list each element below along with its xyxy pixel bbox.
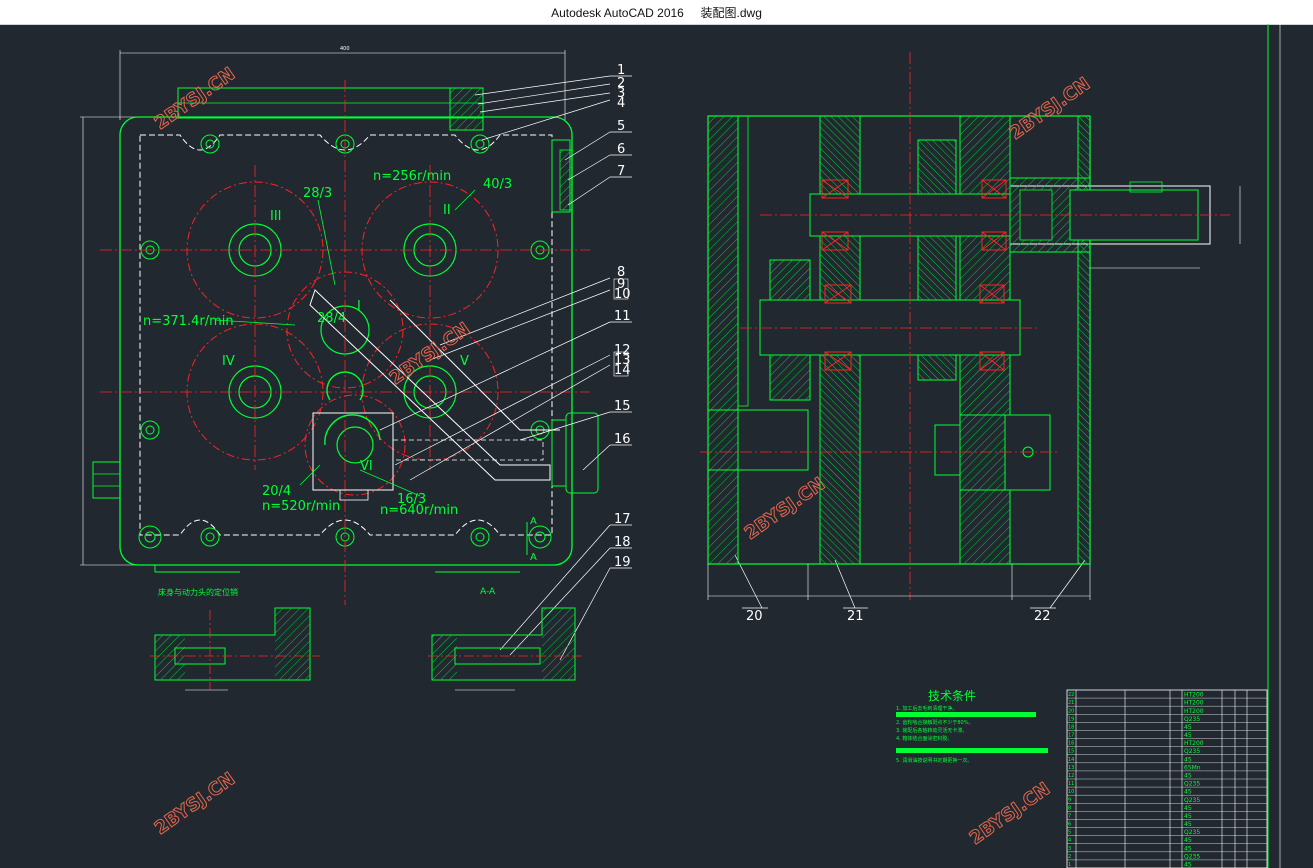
tech-line-2: 2. 齿轮啮合接触斑点不少于80%。 — [896, 719, 973, 726]
drawing-svg[interactable]: 400 A A n=256r/min 28/3 40/3 n=371.4r/mi… — [0, 24, 1313, 868]
balloon-17: 17 — [614, 512, 631, 527]
tech-line-4: 4. 箱体结合面涂密封胶。 — [896, 735, 952, 742]
section-mark-bottom: A — [530, 552, 537, 563]
tech-line-3: 3. 装配后各轴转动灵活无卡滞。 — [896, 727, 967, 734]
bom-row-material: Q235 — [1184, 797, 1200, 804]
bom-row-material: 45 — [1184, 732, 1192, 739]
balloon-10: 10 — [614, 287, 631, 302]
balloon-7: 7 — [617, 164, 625, 179]
bom-row-number: 15 — [1068, 749, 1074, 755]
bom-row-material: 45 — [1184, 845, 1192, 852]
balloon-4: 4 — [617, 96, 625, 111]
speed-label-4: n=640r/min — [380, 503, 458, 518]
balloon-5: 5 — [617, 119, 625, 134]
bom-row-material: 45 — [1184, 862, 1192, 868]
tech-title: 技术条件 — [928, 689, 976, 703]
app-name: Autodesk AutoCAD 2016 — [551, 6, 684, 20]
bom-row-material: HT200 — [1184, 708, 1204, 715]
svg-text:400: 400 — [340, 46, 350, 52]
balloon-16: 16 — [614, 432, 631, 447]
roman-II: II — [443, 203, 451, 218]
caption-section-aa: A-A — [480, 587, 496, 597]
bom-row-material: 65Mn — [1184, 764, 1201, 771]
bom-row-material: Q235 — [1184, 716, 1200, 723]
ratio-label-4: 20/4 — [262, 484, 291, 499]
bom-row-number: 16 — [1068, 741, 1074, 747]
ratio-label-3: 28/4 — [317, 311, 346, 326]
drawing-canvas[interactable]: 400 A A n=256r/min 28/3 40/3 n=371.4r/mi… — [0, 24, 1313, 868]
bom-row-material: Q235 — [1184, 829, 1200, 836]
window-title: Autodesk AutoCAD 2016 装配图.dwg — [0, 4, 1313, 21]
balloon-20: 20 — [746, 609, 763, 624]
bom-row-number: 3 — [1068, 846, 1071, 852]
speed-label-1: n=256r/min — [373, 169, 451, 184]
bom-row-number: 21 — [1068, 700, 1074, 706]
ratio-label-1: 28/3 — [303, 186, 332, 201]
watermark-5: 2BYSJ.CN — [151, 769, 239, 840]
bom-row-material: HT200 — [1184, 692, 1204, 699]
roman-VI: VI — [360, 459, 373, 474]
bom-row-number: 2 — [1068, 854, 1071, 860]
tech-line-5: 5. 润滑油按说明书定期更换一次。 — [896, 757, 972, 764]
bom-row-number: 8 — [1068, 805, 1071, 811]
bom-row-number: 14 — [1068, 757, 1074, 763]
bom-row-material: 45 — [1184, 756, 1192, 763]
bom-row-number: 19 — [1068, 716, 1074, 722]
bom-row-material: 45 — [1184, 773, 1192, 780]
bom-row-number: 5 — [1068, 830, 1071, 836]
roman-V: V — [460, 354, 469, 369]
bom-row-material: Q235 — [1184, 781, 1200, 788]
bom-row-material: HT200 — [1184, 700, 1204, 707]
watermark-1: 2BYSJ.CN — [151, 64, 239, 135]
bom-row-number: 22 — [1068, 692, 1074, 698]
bom-row-number: 11 — [1068, 781, 1074, 787]
speed-label-2: n=371.4r/min — [143, 314, 234, 329]
bom-row-material: 45 — [1184, 789, 1192, 796]
bom-row-number: 7 — [1068, 813, 1071, 819]
ratio-label-2: 40/3 — [483, 177, 512, 192]
bom-row-number: 20 — [1068, 708, 1074, 714]
roman-IV: IV — [222, 354, 235, 369]
front-view: 400 A A n=256r/min 28/3 40/3 n=371.4r/mi… — [80, 46, 599, 605]
balloon-21: 21 — [847, 609, 864, 624]
bom-row-number: 6 — [1068, 822, 1071, 828]
detail-views: 床身与动力头的定位销 A-A — [150, 587, 585, 691]
balloon-22: 22 — [1034, 609, 1051, 624]
bom-row-number: 17 — [1068, 733, 1074, 739]
speed-label-3: n=520r/min — [262, 499, 340, 514]
bom-row-material: 45 — [1184, 813, 1192, 820]
balloon-14: 14 — [614, 363, 631, 378]
bom-row-material: 45 — [1184, 805, 1192, 812]
bom-row-number: 4 — [1068, 838, 1071, 844]
roman-III: III — [270, 209, 282, 224]
balloon-18: 18 — [614, 535, 631, 550]
watermark-6: 2BYSJ.CN — [966, 779, 1054, 850]
file-name: 装配图.dwg — [700, 6, 762, 20]
bom-row-number: 12 — [1068, 773, 1074, 779]
bom-row-number: 18 — [1068, 724, 1074, 730]
bom-row-material: Q235 — [1184, 748, 1200, 755]
bom-row-number: 10 — [1068, 789, 1074, 795]
title-bar: Autodesk AutoCAD 2016 装配图.dwg — [0, 0, 1313, 25]
tech-conditions: 技术条件 1. 加工后去毛刺清理干净。 2. 齿轮啮合接触斑点不少于80%。 3… — [896, 689, 1048, 764]
bom-row-number: 13 — [1068, 765, 1074, 771]
watermark-4: 2BYSJ.CN — [741, 474, 829, 545]
caption-locating-pin: 床身与动力头的定位销 — [158, 587, 238, 597]
balloon-15: 15 — [614, 399, 631, 414]
bom-row-material: Q235 — [1184, 853, 1200, 860]
balloon-11: 11 — [614, 309, 631, 324]
bom-row-material: 45 — [1184, 837, 1192, 844]
section-mark-top: A — [530, 516, 537, 527]
bom-row-number: 1 — [1068, 862, 1071, 868]
bom-row-material: 45 — [1184, 821, 1192, 828]
roman-I: I — [357, 299, 361, 314]
bom-row-material: 45 — [1184, 724, 1192, 731]
bom-row-material: HT200 — [1184, 740, 1204, 747]
balloon-19: 19 — [614, 555, 631, 570]
bill-of-materials: 22 HT20021 HT20020 HT20019 Q23518 4517 4516 HT2… — [1066, 689, 1268, 868]
bom-row-number: 9 — [1068, 797, 1071, 803]
tech-line-1: 1. 加工后去毛刺清理干净。 — [896, 705, 957, 712]
balloon-6: 6 — [617, 142, 625, 157]
